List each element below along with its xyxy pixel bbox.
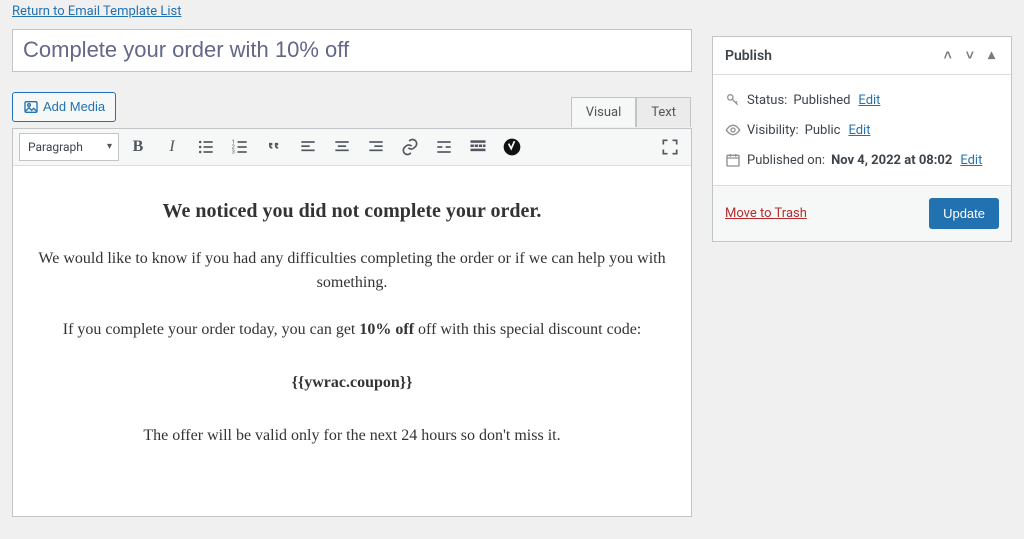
title-input[interactable] bbox=[12, 29, 692, 72]
move-to-trash-link[interactable]: Move to Trash bbox=[725, 206, 807, 221]
update-button[interactable]: Update bbox=[929, 198, 999, 229]
align-left-button[interactable] bbox=[293, 133, 323, 161]
fullscreen-button[interactable] bbox=[655, 133, 685, 161]
editor-content[interactable]: We noticed you did not complete your ord… bbox=[13, 166, 691, 516]
publish-title: Publish bbox=[725, 48, 772, 64]
format-dropdown[interactable]: Paragraph bbox=[19, 133, 119, 161]
align-center-button[interactable] bbox=[327, 133, 357, 161]
bold-button[interactable]: B bbox=[123, 133, 153, 161]
bullet-list-button[interactable] bbox=[191, 133, 221, 161]
edit-published-link[interactable]: Edit bbox=[960, 153, 982, 168]
published-value: Nov 4, 2022 at 08:02 bbox=[831, 153, 952, 168]
svg-text:3: 3 bbox=[232, 149, 235, 155]
move-up-icon[interactable]: ˄ bbox=[940, 45, 956, 66]
toolbar-toggle-button[interactable] bbox=[463, 133, 493, 161]
number-list-button[interactable]: 123 bbox=[225, 133, 255, 161]
edit-visibility-link[interactable]: Edit bbox=[848, 123, 870, 138]
email-heading: We noticed you did not complete your ord… bbox=[23, 200, 681, 223]
tab-text[interactable]: Text bbox=[636, 97, 691, 127]
toggle-panel-icon[interactable]: ▴ bbox=[984, 45, 999, 66]
eye-icon bbox=[725, 122, 741, 138]
italic-button[interactable]: I bbox=[157, 133, 187, 161]
add-media-button[interactable]: Add Media bbox=[12, 92, 116, 122]
blockquote-button[interactable] bbox=[259, 133, 289, 161]
move-down-icon[interactable]: ˅ bbox=[962, 45, 978, 66]
tab-visual[interactable]: Visual bbox=[571, 97, 637, 127]
yoast-button[interactable] bbox=[497, 133, 527, 161]
readmore-button[interactable] bbox=[429, 133, 459, 161]
link-button[interactable] bbox=[395, 133, 425, 161]
add-media-label: Add Media bbox=[43, 99, 105, 114]
return-link[interactable]: Return to Email Template List bbox=[12, 4, 182, 19]
visibility-value: Public bbox=[805, 123, 841, 138]
calendar-icon bbox=[725, 152, 741, 168]
visibility-label: Visibility: bbox=[747, 123, 799, 138]
editor-toolbar: Paragraph B I 123 bbox=[13, 129, 691, 166]
publish-box: Publish ˄ ˅ ▴ Status: Published Edit Vis… bbox=[712, 36, 1012, 242]
email-p2: If you complete your order today, you ca… bbox=[23, 318, 681, 343]
status-label: Status: bbox=[747, 93, 787, 108]
edit-status-link[interactable]: Edit bbox=[858, 93, 880, 108]
editor: Visual Text Paragraph B I 123 bbox=[12, 128, 692, 517]
email-p1: We would like to know if you had any dif… bbox=[23, 247, 681, 297]
status-value: Published bbox=[793, 93, 850, 108]
key-icon bbox=[725, 92, 741, 108]
media-icon bbox=[23, 99, 39, 115]
align-right-button[interactable] bbox=[361, 133, 391, 161]
coupon-placeholder: {{ywrac.coupon}} bbox=[23, 371, 681, 396]
published-label: Published on: bbox=[747, 153, 825, 168]
email-p3: The offer will be valid only for the nex… bbox=[23, 424, 681, 449]
